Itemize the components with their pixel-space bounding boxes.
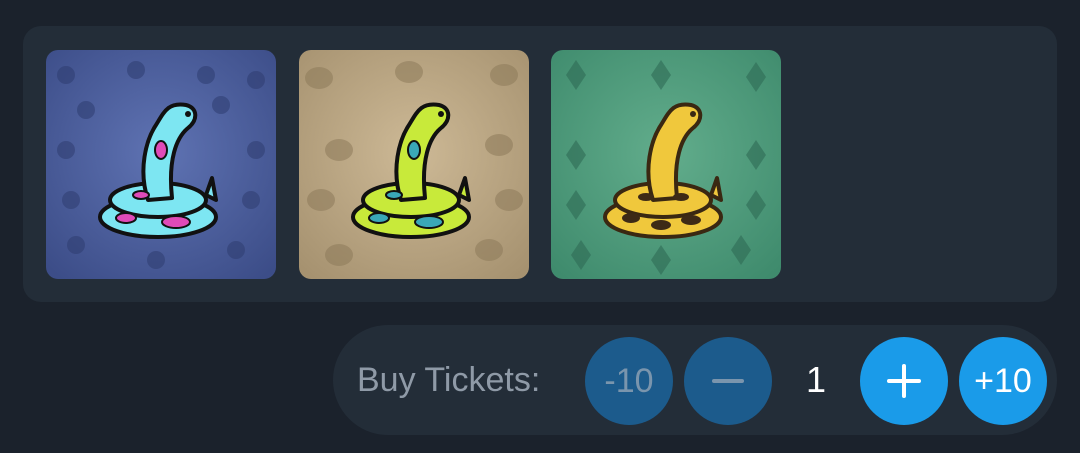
- plus-ten-label: +10: [974, 361, 1032, 400]
- buy-tickets-label: Buy Tickets:: [357, 361, 541, 399]
- snake-gallery: [23, 26, 1057, 302]
- decrement-button[interactable]: [684, 337, 772, 425]
- snake-image-lime: [299, 50, 529, 279]
- minus-ten-button[interactable]: -10: [585, 337, 673, 425]
- snake-image-golden: [551, 50, 781, 279]
- snake-image-blue: [46, 50, 276, 279]
- increment-button[interactable]: [860, 337, 948, 425]
- snake-card-golden[interactable]: [551, 50, 781, 279]
- minus-icon: [712, 379, 744, 383]
- plus-icon: [887, 364, 921, 398]
- minus-ten-label: -10: [604, 361, 654, 400]
- plus-ten-button[interactable]: +10: [959, 337, 1047, 425]
- ticket-quantity: 1: [805, 359, 827, 400]
- buy-tickets-bar: Buy Tickets: -10 1 +10: [333, 325, 1057, 435]
- snake-card-lime[interactable]: [299, 50, 529, 279]
- snake-card-blue[interactable]: [46, 50, 276, 279]
